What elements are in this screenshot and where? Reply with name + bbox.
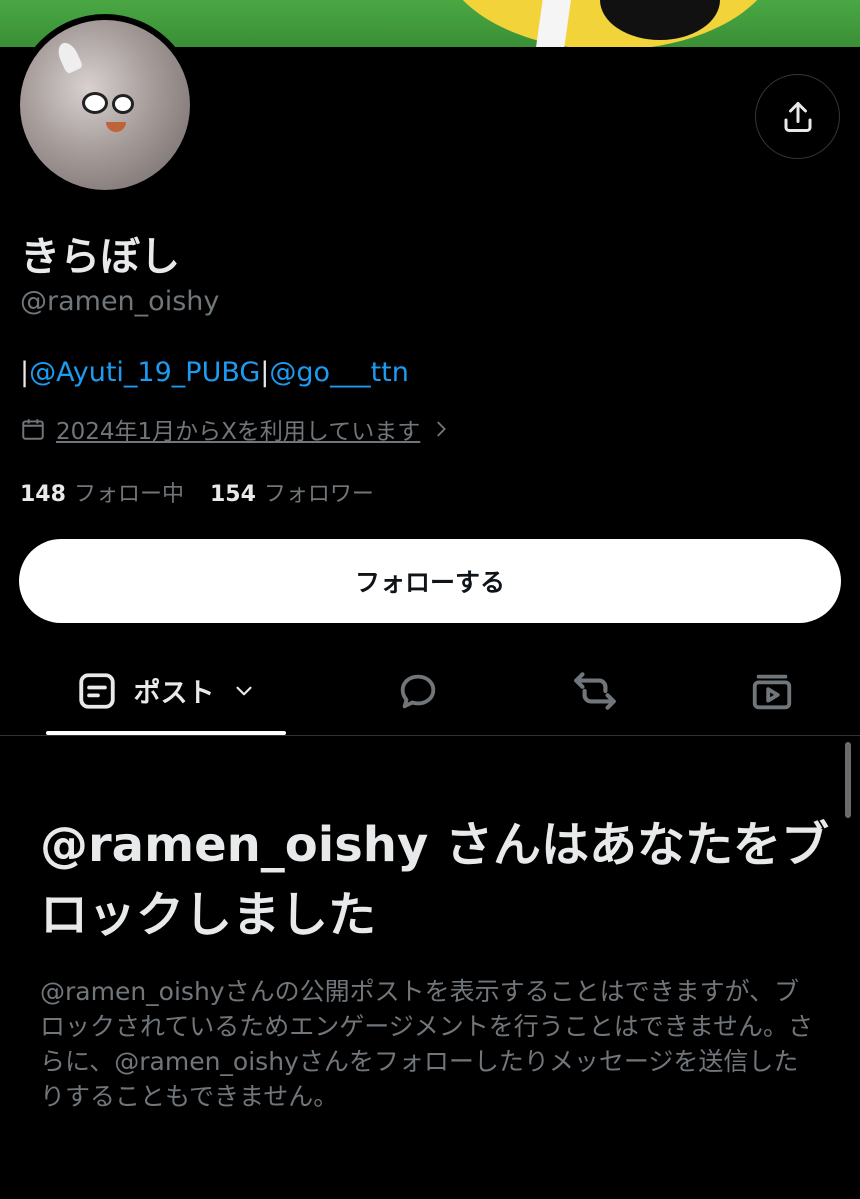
avatar-detail [112,94,134,114]
blocked-title: @ramen_oishy さんはあなたをブロックしました [40,817,829,943]
followers-count: 154 [209,482,256,507]
chevron-down-icon[interactable] [231,678,257,704]
avatar[interactable] [14,14,196,196]
tab-replies[interactable] [378,648,458,733]
share-button[interactable] [755,74,840,159]
avatar-detail [82,92,108,114]
active-tab-indicator [46,731,286,735]
bio: |@Ayuti_19_PUBG|@go___ttn [20,357,409,388]
following-label: フォロー中 [73,482,184,507]
profile-tabs: ポスト [0,648,860,736]
tab-posts-label: ポスト [133,678,215,709]
blocked-description: @ramen_oishyさんの公開ポストを表示することはできますが、ブロックされ… [40,977,814,1111]
tab-media[interactable] [732,648,812,733]
followers-label: フォロワー [263,482,374,507]
media-icon [752,674,792,709]
share-icon [784,101,811,132]
joined-date-text: 2024年1月からXを利用しています [56,419,421,445]
scrollbar[interactable] [845,742,851,818]
chevron-right-icon [437,421,446,437]
avatar-detail [54,39,84,75]
reply-bubble-icon [400,674,436,708]
posts-icon [78,672,115,709]
tab-reposts[interactable] [555,648,635,733]
bio-mention-link[interactable]: @go___ttn [269,357,408,388]
avatar-image [20,20,190,190]
user-handle: @ramen_oishy [20,286,220,317]
following-stat[interactable]: 148 フォロー中 [20,476,184,508]
tab-posts[interactable]: ポスト [46,648,286,733]
following-count: 148 [20,482,66,507]
bio-separator: | [20,357,30,388]
follow-button[interactable]: フォローする [19,539,841,623]
display-name: きらぼし [20,234,180,280]
calendar-icon [22,419,44,440]
followers-stat[interactable]: 154 フォロワー [210,476,374,508]
follow-stats: 148 フォロー中 154 フォロワー [20,476,374,508]
joined-date-link[interactable]: 2024年1月からXを利用しています [20,412,452,446]
repost-icon [574,671,616,710]
bio-mention-link[interactable]: @Ayuti_19_PUBG [29,357,260,388]
avatar-detail [106,122,126,132]
